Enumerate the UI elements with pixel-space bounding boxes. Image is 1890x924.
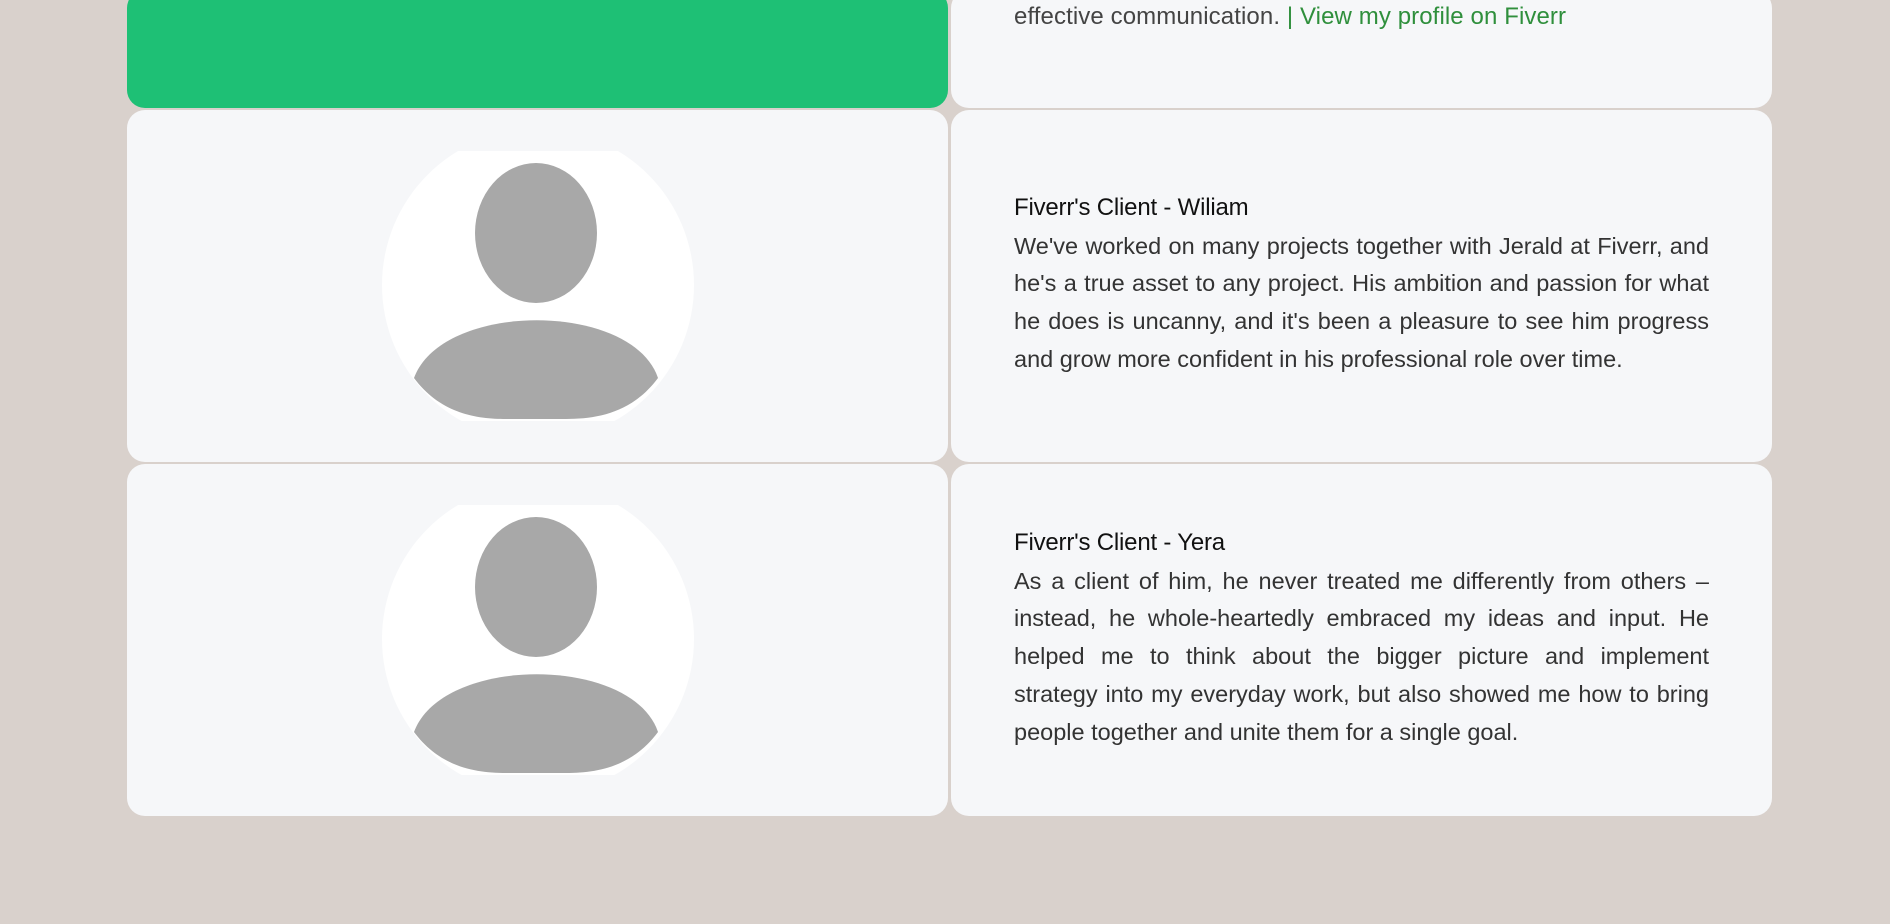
testimonial-text: We've worked on many projects together w… (1014, 232, 1709, 372)
testimonial-text: As a client of him, he never treated me … (1014, 567, 1709, 745)
testimonial-row: Fiverr's Client - Yera As a client of hi… (127, 464, 1772, 816)
avatar-card (127, 110, 948, 462)
intro-text-card: effective communication. | View my profi… (951, 0, 1772, 108)
user-placeholder-icon (381, 505, 694, 775)
testimonial-text-card: Fiverr's Client - Wiliam We've worked on… (951, 110, 1772, 462)
avatar-card (127, 464, 948, 816)
testimonials-grid: effective communication. | View my profi… (127, 0, 1772, 818)
testimonial-row: Fiverr's Client - Wiliam We've worked on… (127, 110, 1772, 462)
green-image-panel (127, 0, 948, 108)
intro-text-content: effective communication. (1014, 3, 1281, 30)
client-name: Fiverr's Client - Wiliam (1014, 193, 1249, 221)
fiverr-profile-link[interactable]: | View my profile on Fiverr (1287, 3, 1566, 30)
client-name: Fiverr's Client - Yera (1014, 528, 1225, 556)
testimonial-row-top: effective communication. | View my profi… (127, 0, 1772, 108)
intro-text: effective communication. | View my profi… (1014, 3, 1566, 31)
testimonial-text-card: Fiverr's Client - Yera As a client of hi… (951, 464, 1772, 816)
user-placeholder-icon (381, 151, 694, 421)
